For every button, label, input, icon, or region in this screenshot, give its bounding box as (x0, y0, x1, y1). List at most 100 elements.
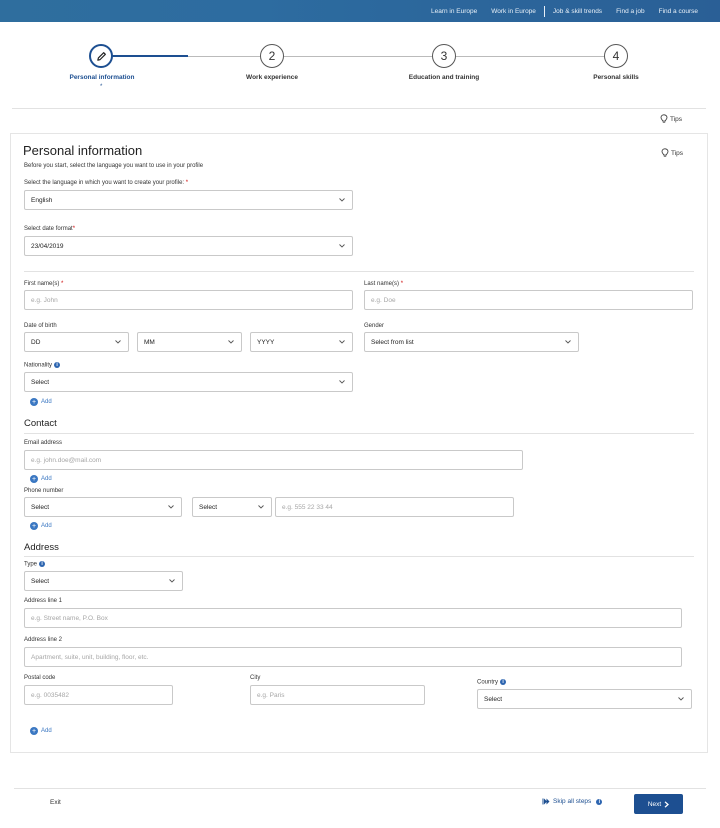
step-4-circle[interactable]: 4 (604, 44, 628, 68)
tips-link-top[interactable]: Tips (660, 114, 682, 124)
required-marker: * (72, 226, 76, 232)
dob-label: Date of birth (24, 323, 57, 329)
last-name-label: Last name(s) * (364, 281, 403, 287)
info-icon[interactable]: i (54, 362, 61, 368)
language-select[interactable]: English (24, 190, 353, 210)
address-line2-input[interactable]: Apartment, suite, unit, building, floor,… (24, 647, 682, 667)
tips-label: Tips (671, 149, 684, 157)
info-icon[interactable]: i (596, 798, 603, 805)
nationality-select[interactable]: Select (24, 372, 353, 392)
step-3-label[interactable]: Education and training (374, 74, 514, 81)
nav-learn-in-europe[interactable]: Learn in Europe (431, 8, 477, 15)
skip-all-steps-link[interactable]: Skip all steps i (542, 798, 603, 805)
gender-select[interactable]: Select from list (364, 332, 579, 352)
step-3-circle[interactable]: 3 (432, 44, 456, 68)
phone-prefix-select[interactable]: Select (192, 497, 272, 517)
lightbulb-icon (660, 114, 668, 123)
personal-information-card: Personal information Tips Before you sta… (10, 133, 708, 753)
nav-job-skill-trends[interactable]: Job & skill trends (553, 8, 602, 15)
email-label: Email address (24, 440, 63, 446)
city-input[interactable]: e.g. Paris (250, 685, 425, 705)
add-nationality-link[interactable]: + Add (30, 398, 52, 406)
first-name-label: First name(s) * (24, 281, 63, 287)
dob-month-select[interactable]: MM (137, 332, 242, 352)
nationality-label: Nationality i (24, 362, 61, 369)
address-type-select[interactable]: Select (24, 571, 183, 591)
language-label: Select the language in which you want to… (24, 180, 188, 186)
address-type-label: Type i (24, 561, 46, 568)
step-2-circle[interactable]: 2 (260, 44, 284, 68)
step-connector (456, 56, 604, 57)
nationality-label-text: Nationality (24, 362, 53, 369)
language-value: English (31, 196, 53, 204)
address-heading: Address (24, 542, 59, 553)
chevron-down-icon (258, 505, 264, 509)
country-value: Select (484, 695, 503, 703)
nav-work-in-europe[interactable]: Work in Europe (491, 8, 536, 15)
step-1-label[interactable]: Personal information (32, 74, 172, 81)
tips-label: Tips (670, 115, 683, 123)
nav-find-a-course[interactable]: Find a course (659, 8, 698, 15)
skip-label: Skip all steps (553, 798, 592, 805)
info-icon[interactable]: i (39, 561, 46, 567)
email-input[interactable]: e.g. john.doe@mail.com (24, 450, 523, 470)
dob-day-value: DD (31, 338, 41, 346)
phone-type-select[interactable]: Select (24, 497, 182, 517)
step-1-marker: * (100, 84, 103, 90)
first-name-label-text: First name(s) (24, 281, 60, 287)
address-type-label-text: Type (24, 561, 38, 568)
city-label: City (250, 675, 261, 681)
add-email-link[interactable]: + Add (30, 475, 52, 483)
tips-link-section[interactable]: Tips (661, 148, 683, 158)
divider (12, 108, 706, 109)
gender-label: Gender (364, 323, 385, 329)
add-phone-link[interactable]: + Add (30, 522, 52, 530)
step-connector-done (112, 55, 188, 57)
step-connector (188, 56, 260, 57)
plus-circle-icon: + (30, 475, 38, 483)
add-label: Add (41, 523, 52, 529)
add-address-link[interactable]: + Add (30, 727, 52, 735)
next-label: Next (647, 800, 662, 808)
next-button[interactable]: Next (634, 794, 683, 814)
top-nav-links: Learn in Europe Work in Europe Job & ski… (417, 0, 698, 22)
step-2-label[interactable]: Work experience (202, 74, 342, 81)
chevron-down-icon (115, 340, 121, 344)
postal-code-input[interactable]: e.g. 0035482 (24, 685, 173, 705)
chevron-down-icon (565, 340, 571, 344)
date-format-select[interactable]: 23/04/2019 (24, 236, 353, 256)
chevron-down-icon (339, 340, 345, 344)
chevron-down-icon (678, 697, 684, 701)
address-line1-input[interactable]: e.g. Street name, P.O. Box (24, 608, 682, 628)
section-intro: Before you start, select the language yo… (24, 163, 204, 169)
postal-code-label: Postal code (24, 675, 56, 681)
divider (24, 433, 694, 434)
info-icon[interactable]: i (500, 679, 507, 685)
chevron-down-icon (228, 340, 234, 344)
gender-value: Select from list (371, 338, 414, 346)
phone-number-input[interactable]: e.g. 555 22 33 44 (275, 497, 514, 517)
pencil-icon (96, 51, 106, 61)
nav-divider (543, 5, 545, 17)
country-select[interactable]: Select (477, 689, 692, 709)
dob-year-select[interactable]: YYYY (250, 332, 353, 352)
language-label-text: Select the language in which you want to… (24, 180, 185, 186)
first-name-input[interactable]: e.g. John (24, 290, 353, 310)
nav-find-a-job[interactable]: Find a job (616, 8, 645, 15)
lightbulb-icon (661, 148, 669, 157)
exit-link[interactable]: Exit (50, 799, 61, 806)
last-name-input[interactable]: e.g. Doe (364, 290, 693, 310)
chevron-down-icon (339, 380, 345, 384)
address-type-value: Select (31, 577, 50, 585)
required-marker: * (185, 180, 189, 186)
last-name-label-text: Last name(s) (364, 281, 400, 287)
plus-circle-icon: + (30, 522, 38, 530)
dob-day-select[interactable]: DD (24, 332, 129, 352)
add-label: Add (41, 399, 52, 405)
step-1-circle[interactable] (89, 44, 113, 68)
country-label: Country i (477, 679, 507, 686)
step-4-label[interactable]: Personal skills (546, 74, 686, 81)
required-marker: * (400, 281, 404, 287)
date-format-label-text: Select date format (24, 226, 73, 232)
address-line1-label: Address line 1 (24, 598, 63, 604)
